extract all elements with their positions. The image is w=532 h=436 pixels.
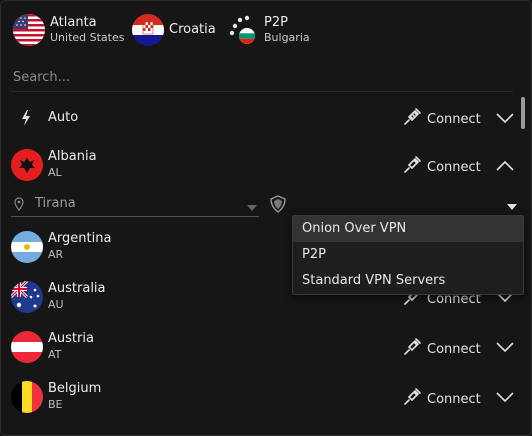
server-code: AT — [48, 348, 62, 361]
dropdown-arrow-icon — [247, 200, 257, 215]
recent-p2p[interactable]: P2P Bulgaria — [227, 13, 310, 47]
server-code: AR — [48, 248, 64, 261]
server-name: Albania — [48, 149, 97, 164]
server-code: AL — [48, 166, 62, 179]
chevron-up-icon[interactable] — [494, 158, 516, 174]
recent-connections-bar: Atlanta United States Croatia P2P Bulgar… — [1, 1, 531, 59]
connect-button[interactable]: Connect — [403, 156, 481, 178]
app-window: Atlanta United States Croatia P2P Bulgar… — [0, 0, 532, 436]
australia-flag-icon — [11, 281, 43, 313]
server-code: BE — [48, 398, 63, 411]
recent-sub: United States — [50, 31, 125, 44]
plug-icon — [403, 108, 421, 130]
server-row-austria[interactable]: Austria AT Connect — [1, 324, 517, 370]
server-row-albania[interactable]: Albania AL Connect — [1, 142, 517, 188]
server-row-auto[interactable]: Auto Connect — [1, 95, 517, 141]
albania-flag-icon — [11, 149, 43, 181]
server-name: Belgium — [48, 381, 102, 396]
plug-icon — [403, 156, 421, 178]
recent-croatia[interactable]: Croatia — [132, 13, 216, 47]
connect-button[interactable]: Connect — [403, 338, 481, 360]
connect-button[interactable]: Connect — [403, 108, 481, 130]
menu-item-p2p[interactable]: P2P — [293, 242, 523, 268]
recent-name: Atlanta — [50, 15, 97, 30]
connect-label: Connect — [427, 159, 481, 175]
city-value: Tirana — [35, 196, 76, 211]
recent-name: Croatia — [169, 22, 216, 37]
server-code: AU — [48, 298, 64, 311]
plug-icon — [403, 338, 421, 360]
server-name: Australia — [48, 281, 106, 296]
connect-button[interactable]: Connect — [403, 388, 481, 410]
recent-atlanta[interactable]: Atlanta United States — [13, 13, 125, 47]
chevron-down-icon[interactable] — [494, 339, 516, 355]
plug-icon — [403, 388, 421, 410]
connect-label: Connect — [427, 111, 481, 127]
dropdown-arrow-icon — [507, 199, 517, 214]
server-type-select[interactable] — [293, 191, 523, 213]
search-input[interactable] — [11, 63, 513, 92]
menu-item-onion-over-vpn[interactable]: Onion Over VPN — [293, 216, 523, 242]
server-type-menu: Onion Over VPN P2P Standard VPN Servers — [292, 215, 524, 295]
p2p-icon — [227, 14, 259, 46]
austria-flag-icon — [11, 331, 43, 363]
us-flag-icon — [13, 14, 45, 46]
shield-icon[interactable] — [269, 195, 287, 217]
server-name: Argentina — [48, 231, 112, 246]
croatia-flag-icon — [132, 14, 164, 46]
menu-item-standard-vpn[interactable]: Standard VPN Servers — [293, 268, 523, 294]
city-select[interactable]: Tirana — [11, 194, 259, 217]
recent-sub: Bulgaria — [264, 31, 310, 44]
bolt-icon — [19, 109, 33, 131]
server-name: Auto — [48, 110, 79, 125]
argentina-flag-icon — [11, 231, 43, 263]
scrollbar-thumb[interactable] — [521, 97, 525, 129]
server-name: Austria — [48, 331, 94, 346]
recent-name: P2P — [264, 15, 288, 30]
chevron-down-icon[interactable] — [494, 110, 516, 126]
server-row-belgium[interactable]: Belgium BE Connect — [1, 374, 517, 420]
connect-label: Connect — [427, 341, 481, 357]
chevron-down-icon[interactable] — [494, 389, 516, 405]
belgium-flag-icon — [11, 381, 43, 413]
location-pin-icon — [14, 197, 24, 215]
connect-label: Connect — [427, 391, 481, 407]
